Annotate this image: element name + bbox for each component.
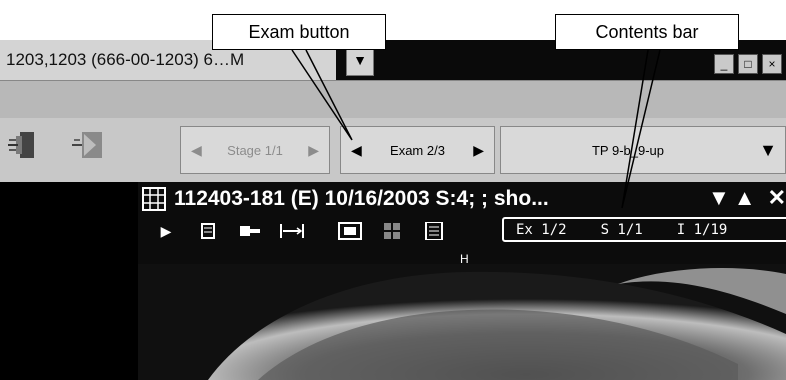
window-controls: _ □ × [714, 54, 782, 74]
close-button[interactable]: × [762, 54, 782, 74]
import-icon[interactable] [70, 128, 104, 162]
export-icon[interactable] [6, 128, 40, 162]
minimize-button[interactable]: _ [714, 54, 734, 74]
play-icon[interactable]: ▶ [152, 222, 180, 240]
layout-grid-icon[interactable] [378, 222, 406, 240]
image-index: I 1/19 [676, 221, 728, 238]
next-arrow-icon[interactable]: ▶ [308, 142, 319, 159]
viewport-title: 112403-181 (E) 10/16/2003 S:4; ; sho... [174, 187, 549, 210]
exam-button-callout: Exam button [212, 14, 386, 50]
exam-index: Ex 1/2 [516, 221, 567, 238]
series-index: S 1/1 [600, 221, 643, 238]
chevron-down-icon[interactable]: ▼ [759, 140, 777, 161]
menu-strip [0, 80, 786, 119]
contents-bar-callout: Contents bar [555, 14, 739, 50]
tp-label: TP 9-b_9-up [591, 142, 665, 158]
chevron-down-icon: ▼ [353, 52, 367, 68]
image-viewport: 112403-181 (E) 10/16/2003 S:4; ; sho... … [138, 182, 786, 380]
monitor-icon[interactable] [336, 222, 364, 240]
list-icon[interactable] [420, 222, 448, 240]
exam-button[interactable]: ◀ Exam 2/3 ▶ [340, 126, 495, 174]
next-arrow-icon[interactable]: ▶ [473, 142, 484, 159]
maximize-button[interactable]: □ [738, 54, 758, 74]
grid-icon[interactable] [142, 187, 166, 211]
viewport-title-bar: 112403-181 (E) 10/16/2003 S:4; ; sho... … [138, 182, 786, 216]
tp-dropdown[interactable]: TP 9-b_9-up ▼ [500, 126, 786, 174]
contents-bar: Ex 1/2 S 1/1 I 1/19 [502, 217, 786, 242]
viewport-controls: ▼ ▲ ✕ [708, 184, 786, 212]
exam-label: Exam 2/3 [390, 142, 445, 158]
stack-icon[interactable] [194, 222, 222, 240]
stage-button[interactable]: ◀ Stage 1/1 ▶ [180, 126, 330, 174]
scroll-up-icon[interactable]: ▲ [734, 184, 756, 212]
previous-arrow-icon[interactable]: ◀ [191, 142, 202, 159]
close-icon[interactable]: ✕ [768, 184, 786, 212]
app-screenshot: 1203,1203 (666-00-1203) 6…M ▼ _ □ × ◀ St… [0, 0, 786, 380]
link-icon[interactable] [236, 222, 264, 240]
toolbar: ◀ Stage 1/1 ▶ ◀ Exam 2/3 ▶ TP 9-b_9-up ▼ [0, 118, 786, 183]
medical-image[interactable] [138, 264, 786, 380]
left-panel [0, 182, 138, 380]
previous-arrow-icon[interactable]: ◀ [351, 142, 362, 159]
fit-width-icon[interactable] [278, 222, 306, 240]
stage-label: Stage 1/1 [227, 142, 283, 158]
scroll-down-icon[interactable]: ▼ [708, 184, 730, 212]
